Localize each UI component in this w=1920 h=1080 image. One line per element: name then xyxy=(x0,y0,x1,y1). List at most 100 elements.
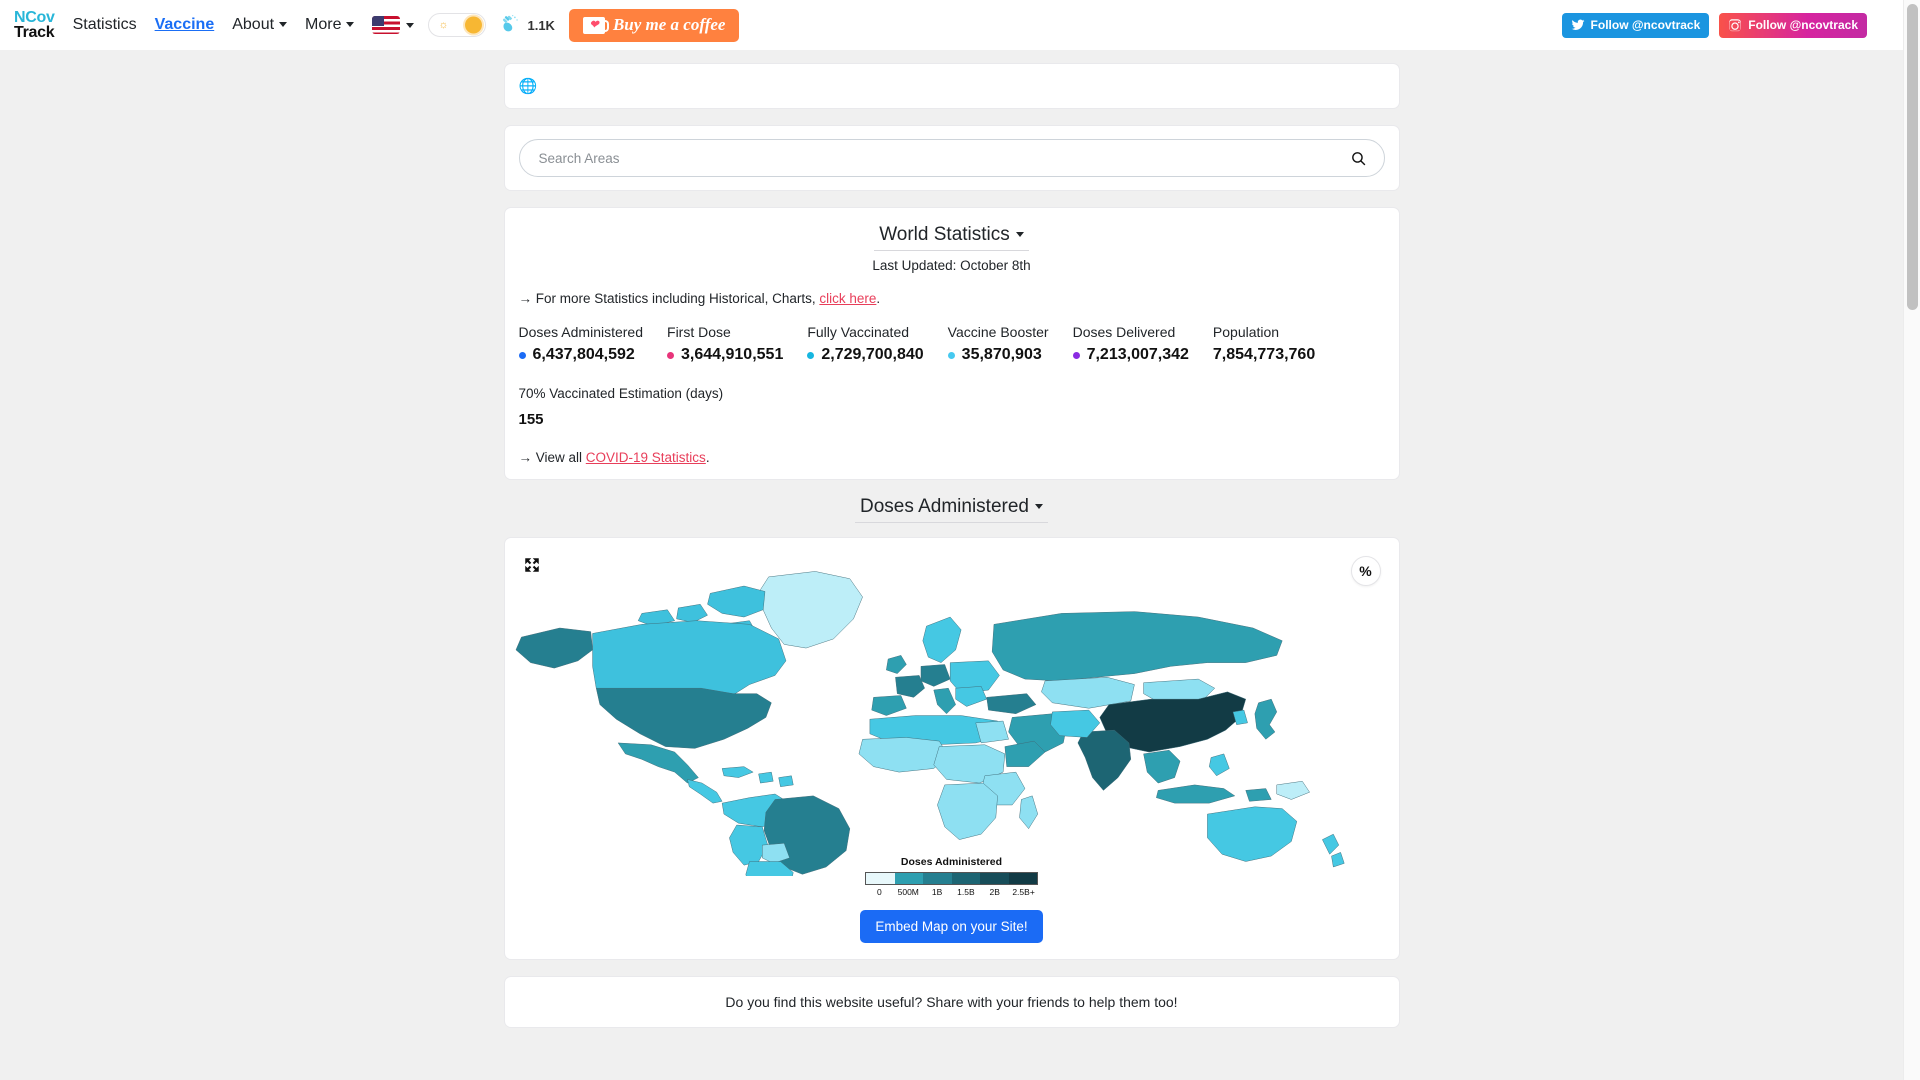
buy-me-a-coffee-label: Buy me a coffee xyxy=(613,15,726,35)
theme-toggle-switch[interactable]: ☼ xyxy=(428,13,486,37)
country-united-states xyxy=(596,688,771,748)
nav-item-more[interactable]: More xyxy=(305,16,354,34)
metric-dot-icon xyxy=(519,352,526,359)
country-koreas xyxy=(1232,710,1247,725)
metric-label: Fully Vaccinated xyxy=(807,324,923,340)
metric-dot-icon xyxy=(667,352,674,359)
metric-label: Population xyxy=(1213,324,1315,340)
legend-title: Doses Administered xyxy=(792,856,1112,868)
map-metric-selector[interactable]: Doses Administered xyxy=(855,496,1048,523)
chevron-down-icon xyxy=(1016,232,1024,237)
statistics-title-wrap: World Statistics xyxy=(519,224,1385,251)
estimation-value: 155 xyxy=(519,411,1385,428)
share-card: Do you find this website useful? Share w… xyxy=(504,976,1400,1028)
instagram-follow-label: Follow @ncovtrack xyxy=(1748,18,1858,32)
metrics-row: Doses Administered 6,437,804,592 First D… xyxy=(519,324,1385,364)
legend-tick: 0 xyxy=(865,887,894,897)
instagram-follow-button[interactable]: Follow @ncovtrack xyxy=(1719,13,1867,38)
page-scrollbar-track[interactable] xyxy=(1903,0,1920,1080)
country-italy xyxy=(933,688,955,714)
percentage-toggle-button[interactable]: % xyxy=(1351,556,1381,586)
legend-swatch-5 xyxy=(1009,873,1038,884)
metric-label: Vaccine Booster xyxy=(948,324,1049,340)
twitter-icon xyxy=(1571,18,1585,32)
metric-dot-icon xyxy=(948,352,955,359)
country-southern-africa xyxy=(937,783,997,840)
country-japan xyxy=(1254,699,1276,739)
country-alaska xyxy=(515,628,592,668)
country-indonesia xyxy=(1156,785,1271,803)
globe-icon[interactable]: 🌐 xyxy=(519,77,538,95)
metric-value: 7,854,773,760 xyxy=(1213,346,1315,364)
statistics-title-label: World Statistics xyxy=(879,224,1010,245)
search-icon[interactable] xyxy=(1350,150,1367,167)
map-legend: Doses Administered 0 500M 1B 1.5B 2B 2.5… xyxy=(792,856,1112,897)
country-india xyxy=(1077,730,1130,790)
world-choropleth-map[interactable] xyxy=(505,546,1399,876)
metric-dot-icon xyxy=(807,352,814,359)
chevron-down-icon xyxy=(279,22,287,27)
metric-vaccine-booster: Vaccine Booster 35,870,903 xyxy=(948,324,1049,364)
metric-value-wrap: 6,437,804,592 xyxy=(519,346,644,364)
expand-arrows-icon[interactable] xyxy=(523,556,541,574)
page-scrollbar-thumb[interactable] xyxy=(1907,4,1918,310)
metric-value-wrap: 3,644,910,551 xyxy=(667,346,783,364)
covid19-statistics-link[interactable]: COVID-19 Statistics xyxy=(586,450,706,465)
instagram-icon xyxy=(1728,18,1742,32)
embed-button-wrap: Embed Map on your Site! xyxy=(505,910,1399,943)
chevron-down-icon xyxy=(406,23,414,28)
more-statistics-line: → For more Statistics including Historic… xyxy=(519,291,1385,306)
metric-dot-icon xyxy=(1073,352,1080,359)
metric-first-dose: First Dose 3,644,910,551 xyxy=(667,324,783,364)
country-philippines xyxy=(1209,754,1229,776)
country-greenland xyxy=(760,571,862,648)
language-selector[interactable] xyxy=(372,16,414,34)
nav-item-vaccine[interactable]: Vaccine xyxy=(155,16,215,34)
nav-item-statistics[interactable]: Statistics xyxy=(73,16,137,34)
metric-population: Population 7,854,773,760 xyxy=(1213,324,1315,364)
country-australia xyxy=(1207,807,1296,862)
share-prompt-text: Do you find this website useful? Share w… xyxy=(519,994,1385,1010)
search-box[interactable] xyxy=(519,139,1385,177)
country-caribbean xyxy=(722,767,793,787)
twitter-follow-button[interactable]: Follow @ncovtrack xyxy=(1562,13,1710,38)
search-card xyxy=(504,125,1400,191)
search-input[interactable] xyxy=(537,150,1350,167)
nav-item-about[interactable]: About xyxy=(232,16,287,34)
country-turkey xyxy=(986,694,1035,714)
country-southeast-asia xyxy=(1143,750,1179,783)
page-scroll-area: 🌐 World Statistics Last Updated: October… xyxy=(0,50,1903,1080)
country-egypt xyxy=(975,721,1008,743)
region-selector-card: 🌐 xyxy=(504,63,1400,109)
vaccination-estimation: 70% Vaccinated Estimation (days) 155 xyxy=(519,386,1385,428)
embed-map-button[interactable]: Embed Map on your Site! xyxy=(860,910,1042,943)
metric-value-wrap: 2,729,700,840 xyxy=(807,346,923,364)
social-buttons: Follow @ncovtrack Follow @ncovtrack xyxy=(1562,13,1889,38)
legend-tick: 500M xyxy=(894,887,923,897)
toggle-knob xyxy=(465,17,482,34)
metric-doses-delivered: Doses Delivered 7,213,007,342 xyxy=(1073,324,1189,364)
legend-swatch-1 xyxy=(895,873,924,884)
metric-value-wrap: 35,870,903 xyxy=(948,346,1049,364)
clap-counter[interactable]: 1.1K xyxy=(500,13,554,37)
site-logo[interactable]: NCov Track xyxy=(14,10,55,40)
content-container: 🌐 World Statistics Last Updated: October… xyxy=(504,50,1400,1028)
more-statistics-prefix: → For more Statistics including Historic… xyxy=(519,291,820,306)
country-germany-central-europe xyxy=(920,664,949,686)
metric-value: 7,213,007,342 xyxy=(1087,346,1189,364)
nav-item-more-label: More xyxy=(305,16,341,33)
legend-swatch-0 xyxy=(866,873,895,884)
metric-doses-administered: Doses Administered 6,437,804,592 xyxy=(519,324,644,364)
metric-value-wrap: 7,213,007,342 xyxy=(1073,346,1189,364)
buy-me-a-coffee-button[interactable]: ❤ Buy me a coffee xyxy=(569,9,740,42)
legend-tick: 2B xyxy=(980,887,1009,897)
country-central-america xyxy=(687,779,722,803)
top-navbar: NCov Track Statistics Vaccine About More… xyxy=(0,0,1903,50)
map-metric-label: Doses Administered xyxy=(860,496,1029,517)
metric-label: First Dose xyxy=(667,324,783,340)
world-map-svg xyxy=(505,546,1399,876)
statistics-scope-selector[interactable]: World Statistics xyxy=(874,224,1029,251)
metric-fully-vaccinated: Fully Vaccinated 2,729,700,840 xyxy=(807,324,923,364)
legend-color-bar xyxy=(865,872,1038,885)
click-here-link[interactable]: click here xyxy=(819,291,876,306)
